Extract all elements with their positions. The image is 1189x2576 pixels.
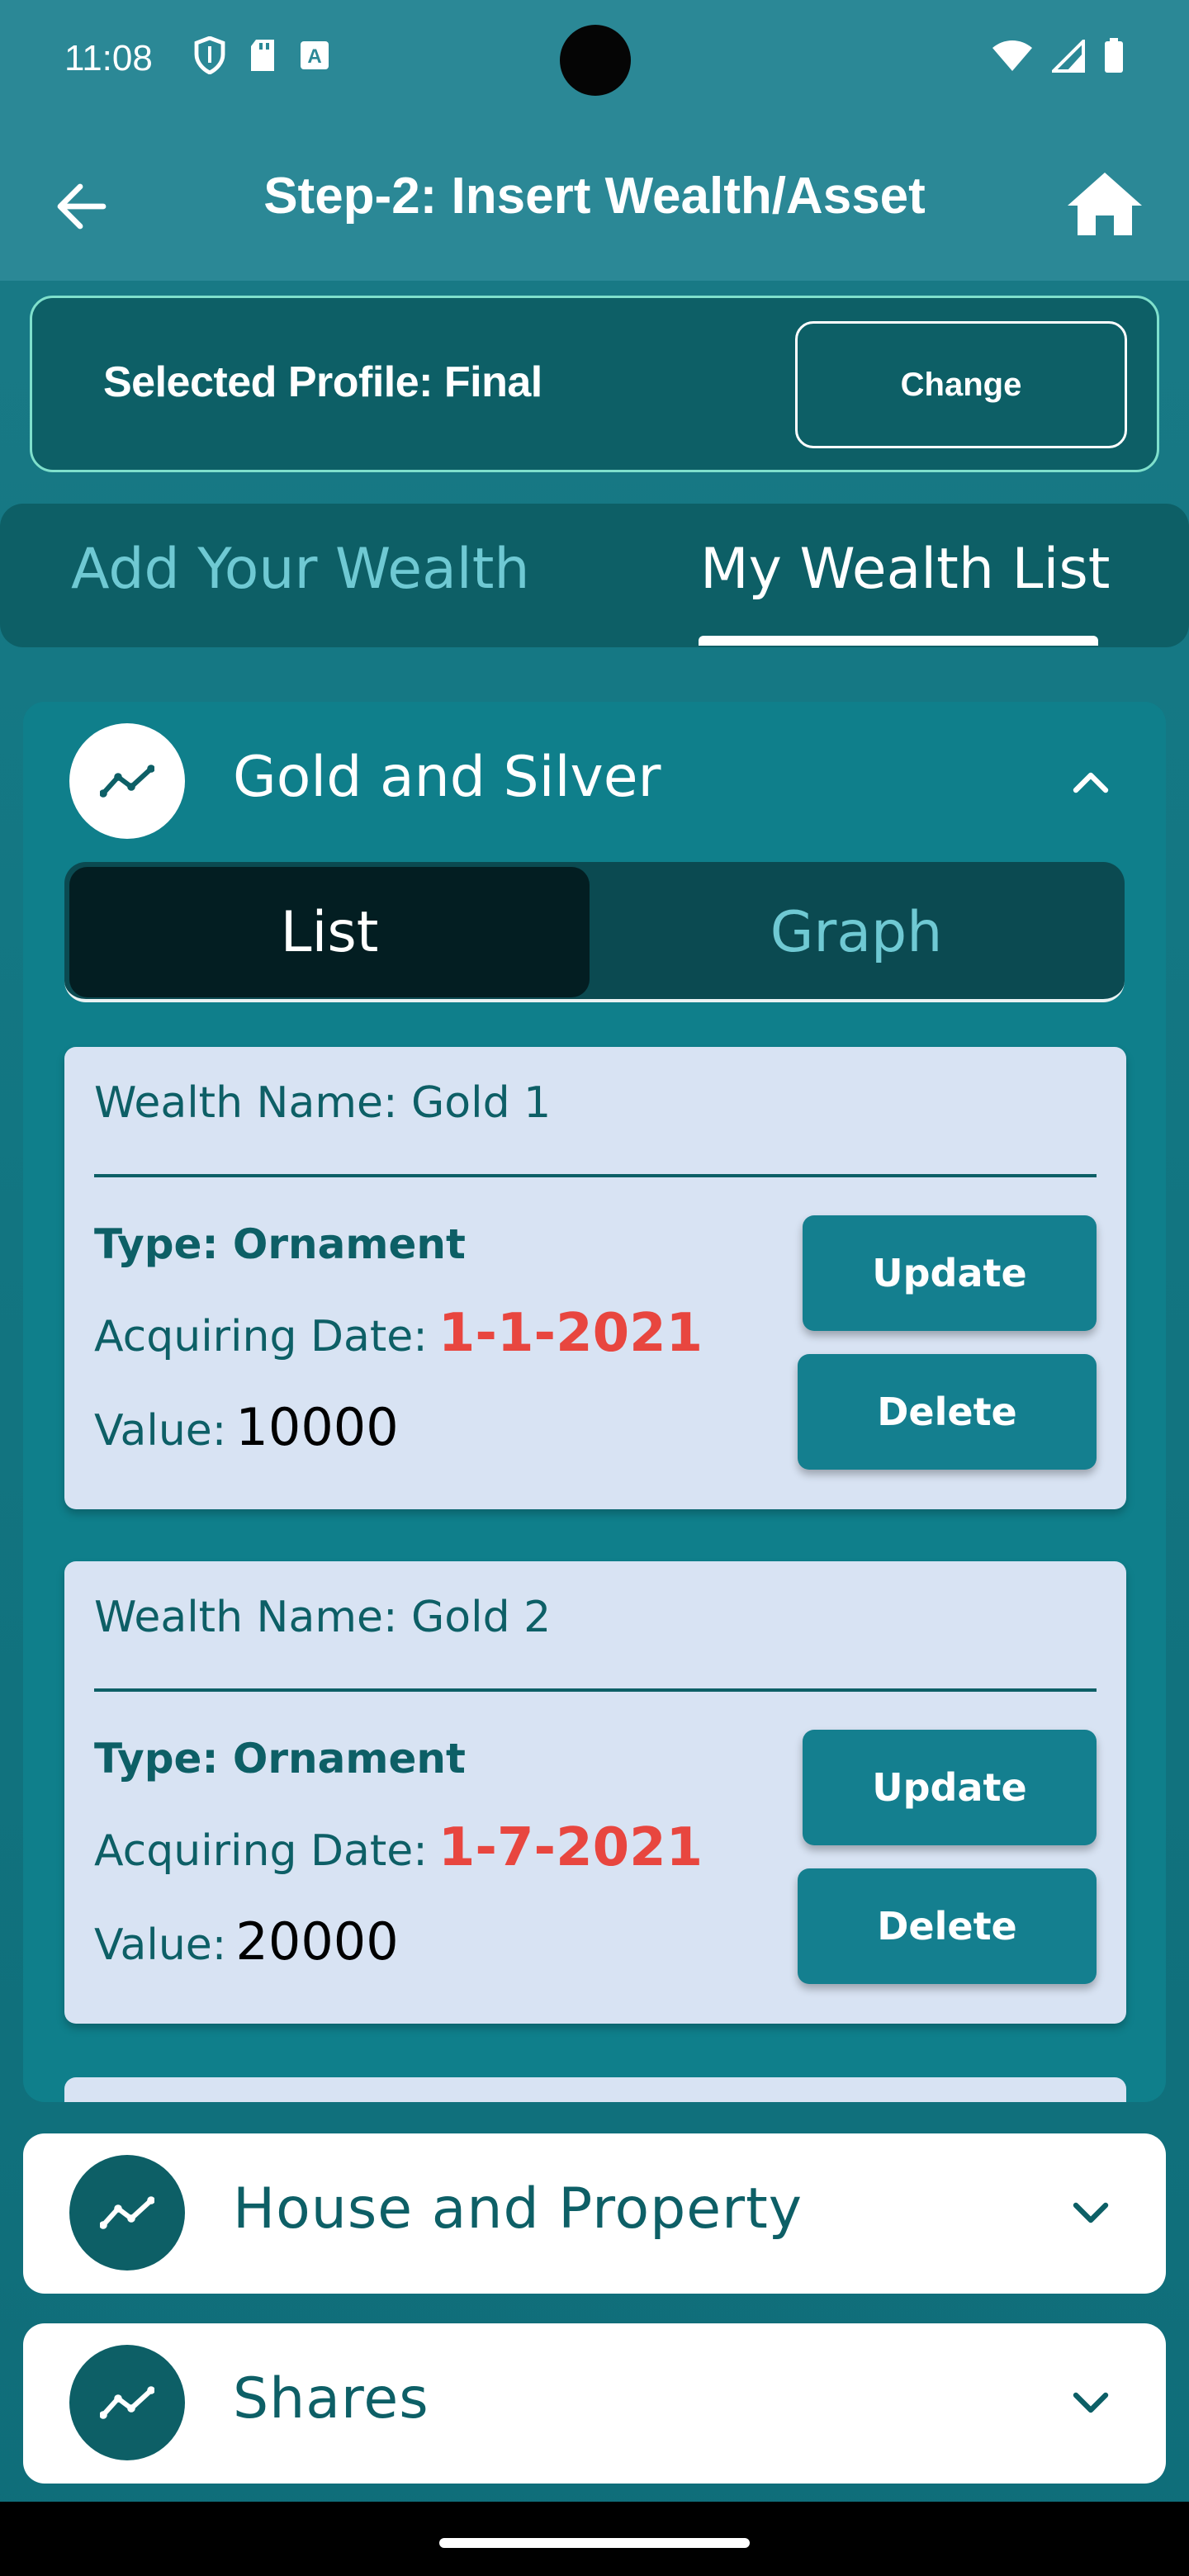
value-row: Value: 20000 xyxy=(94,1911,399,1972)
status-icons-left: A xyxy=(193,36,330,74)
expand-toggle[interactable] xyxy=(1062,2375,1120,2432)
card-divider xyxy=(94,1688,1097,1692)
update-button[interactable]: Update xyxy=(803,1730,1097,1845)
wealth-card: Wealth Name: Gold 2 Type: Ornament Acqui… xyxy=(64,1561,1126,2024)
page-title: Step-2: Insert Wealth/Asset xyxy=(263,168,926,225)
card-divider xyxy=(94,1174,1097,1177)
value-amount: 20000 xyxy=(235,1911,399,1972)
shield-icon xyxy=(194,36,225,74)
sd-card-icon xyxy=(251,40,274,71)
selected-profile-card: Selected Profile: Final Change xyxy=(30,296,1159,472)
acquiring-date-row: Acquiring Date: 1-1-2021 xyxy=(94,1303,703,1364)
home-button[interactable] xyxy=(1063,167,1146,241)
expand-toggle[interactable] xyxy=(1062,2185,1120,2242)
collapse-toggle[interactable] xyxy=(1062,753,1120,811)
status-bar: 11:08 A xyxy=(0,0,1189,124)
wealth-tabs: Add Your Wealth My Wealth List xyxy=(0,504,1189,647)
acquiring-date-value: 1-7-2021 xyxy=(438,1817,703,1878)
wealth-name: Wealth Name: Gold 2 xyxy=(94,1593,552,1642)
wealth-card: Wealth Name: Gold 1 Type: Ornament Acqui… xyxy=(64,1047,1126,1509)
category-title: House and Property xyxy=(233,2176,803,2242)
update-button[interactable]: Update xyxy=(803,1215,1097,1331)
trending-line-icon xyxy=(100,2196,154,2229)
chevron-down-icon xyxy=(1073,2202,1109,2223)
wealth-card-partial xyxy=(64,2077,1126,2102)
acquiring-date-label: Acquiring Date: xyxy=(94,1312,428,1361)
wealth-type: Type: Ornament xyxy=(94,1220,466,1268)
list-graph-segmented-control: List Graph xyxy=(64,862,1125,1002)
category-title: Shares xyxy=(233,2366,429,2432)
tab-selected-indicator xyxy=(699,636,1098,646)
tab-my-wealth-list[interactable]: My Wealth List xyxy=(700,537,1110,602)
value-label: Value: xyxy=(94,1406,227,1456)
category-icon-badge xyxy=(69,2345,185,2460)
value-label: Value: xyxy=(94,1920,227,1970)
home-gesture-handle[interactable] xyxy=(439,2538,750,2548)
delete-button[interactable]: Delete xyxy=(798,1868,1097,1984)
category-icon-badge xyxy=(69,723,185,839)
change-profile-button[interactable]: Change xyxy=(795,321,1127,448)
segment-list[interactable]: List xyxy=(69,867,590,997)
system-navigation-bar xyxy=(0,2502,1189,2576)
signal-icon xyxy=(1052,40,1085,73)
category-panel-gold-and-silver: Gold and Silver List Graph Wealth Name: … xyxy=(23,702,1166,2102)
font-a-icon: A xyxy=(301,41,329,69)
status-time: 11:08 xyxy=(64,38,153,78)
chevron-up-icon xyxy=(1073,772,1109,793)
wealth-name: Wealth Name: Gold 1 xyxy=(94,1078,552,1128)
segment-graph[interactable]: Graph xyxy=(593,867,1120,997)
wealth-type: Type: Ornament xyxy=(94,1735,466,1783)
home-icon xyxy=(1068,173,1142,235)
acquiring-date-label: Acquiring Date: xyxy=(94,1826,428,1876)
wifi-icon xyxy=(992,40,1032,71)
delete-button[interactable]: Delete xyxy=(798,1354,1097,1470)
app-bar: Step-2: Insert Wealth/Asset xyxy=(0,124,1189,281)
category-title[interactable]: Gold and Silver xyxy=(233,745,661,810)
value-amount: 10000 xyxy=(235,1397,399,1457)
battery-icon xyxy=(1105,38,1123,73)
chevron-down-icon xyxy=(1073,2392,1109,2413)
acquiring-date-row: Acquiring Date: 1-7-2021 xyxy=(94,1817,703,1878)
trending-line-icon xyxy=(100,2386,154,2419)
status-icons-right xyxy=(991,38,1125,74)
selected-profile-label: Selected Profile: Final xyxy=(103,358,542,406)
tab-add-your-wealth[interactable]: Add Your Wealth xyxy=(71,537,529,602)
camera-cutout xyxy=(560,25,631,96)
svg-text:A: A xyxy=(307,45,321,68)
category-icon-badge xyxy=(69,2155,185,2271)
category-row-house-and-property[interactable]: House and Property xyxy=(23,2133,1166,2294)
category-row-shares[interactable]: Shares xyxy=(23,2323,1166,2484)
value-row: Value: 10000 xyxy=(94,1397,399,1457)
trending-line-icon xyxy=(100,765,154,798)
acquiring-date-value: 1-1-2021 xyxy=(438,1303,703,1364)
